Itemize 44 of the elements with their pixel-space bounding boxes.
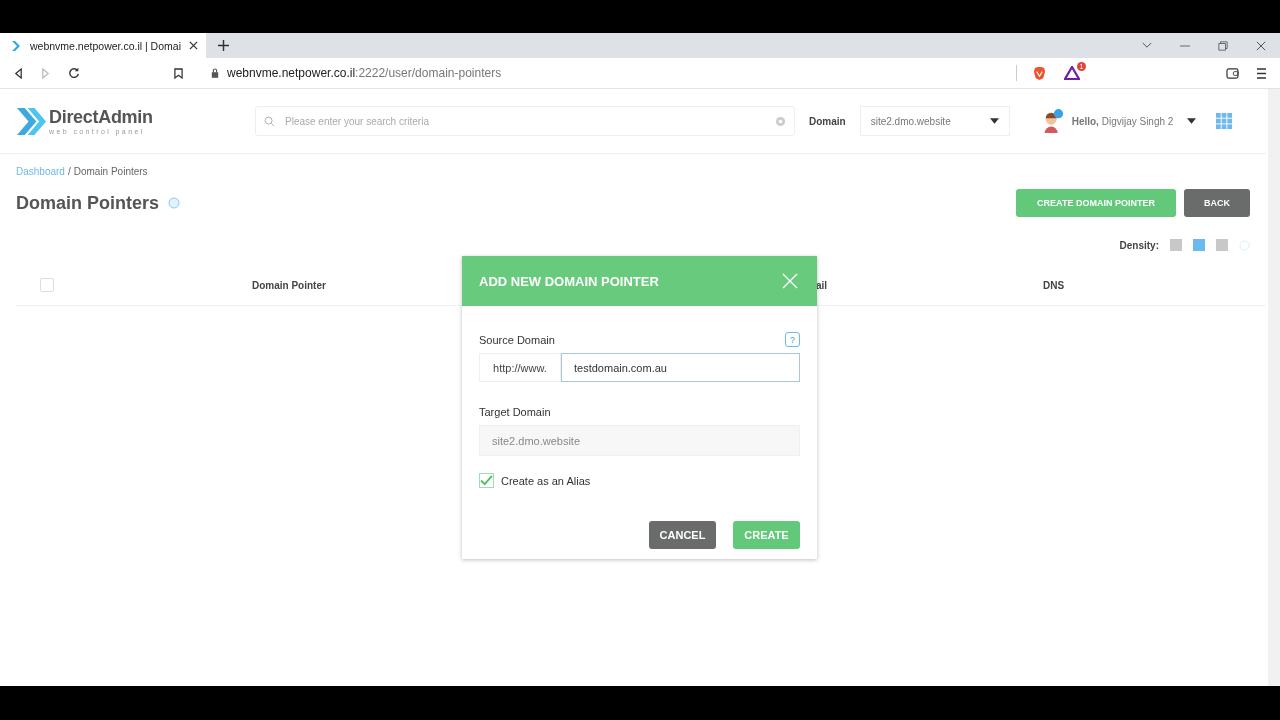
- back-icon[interactable]: [14, 67, 23, 79]
- dialog-button[interactable]: CANCEL: [649, 521, 716, 549]
- breadcrumb-current: Domain Pointers: [73, 166, 148, 177]
- chevron-down-icon[interactable]: [1142, 42, 1152, 49]
- column-header[interactable]: DNS: [1043, 279, 1065, 291]
- reload-icon[interactable]: [68, 67, 80, 79]
- search-icon: [264, 115, 275, 127]
- menu-icon[interactable]: [1257, 67, 1266, 79]
- apps-grid-icon[interactable]: [1216, 112, 1234, 130]
- action-button[interactable]: BACK: [1184, 189, 1250, 217]
- lion-shield-icon[interactable]: [1033, 65, 1046, 81]
- alias-checkbox[interactable]: [479, 473, 494, 488]
- breadcrumb-separator: /: [67, 166, 71, 177]
- checkbox-label: Create as an Alias: [501, 474, 591, 487]
- user-greeting[interactable]: Hello, Digvijay Singh 2: [1071, 115, 1174, 127]
- close-icon[interactable]: [1256, 40, 1266, 51]
- column-header[interactable]: ail: [815, 279, 828, 291]
- url-text: webnvme.netpower.co.il:2222/user/domain-pointers: [227, 66, 502, 80]
- logo-title: DirectAdmin: [49, 107, 153, 128]
- page-title: Domain Pointers: [16, 192, 160, 214]
- bookmark-icon[interactable]: [174, 67, 183, 79]
- density-label: Density:: [1119, 239, 1159, 251]
- field-label: Source Domain: [479, 333, 555, 346]
- close-icon[interactable]: [189, 41, 198, 50]
- source-domain-input[interactable]: testdomain.com.au: [561, 353, 800, 382]
- caret-icon: [989, 118, 999, 124]
- select-all-checkbox[interactable]: [40, 278, 54, 292]
- dialog-title: ADD NEW DOMAIN POINTER: [479, 273, 659, 289]
- field-label: Target Domain: [479, 406, 552, 418]
- browser-tab[interactable]: webnvme.netpower.co.il | Domai: [0, 33, 206, 58]
- chevron-logo-icon: [11, 39, 23, 52]
- domain-dropdown[interactable]: site2.dmo.website: [859, 106, 1010, 136]
- url-prefix: http://www.: [479, 353, 561, 382]
- new-tab-icon[interactable]: [218, 40, 229, 51]
- triangle-icon[interactable]: [1064, 66, 1080, 80]
- column-header[interactable]: Domain Pointer: [252, 279, 326, 291]
- lock-icon: [211, 68, 219, 78]
- restore-icon[interactable]: [1218, 40, 1228, 51]
- search-bar[interactable]: Please enter your search criteria: [255, 106, 795, 136]
- domain-label: Domain: [809, 115, 846, 127]
- help-button[interactable]: ?: [785, 332, 800, 347]
- tab-title: webnvme.netpower.co.il | Domai: [30, 39, 182, 52]
- wallet-icon[interactable]: [1226, 67, 1239, 79]
- caret-icon[interactable]: [1187, 118, 1197, 124]
